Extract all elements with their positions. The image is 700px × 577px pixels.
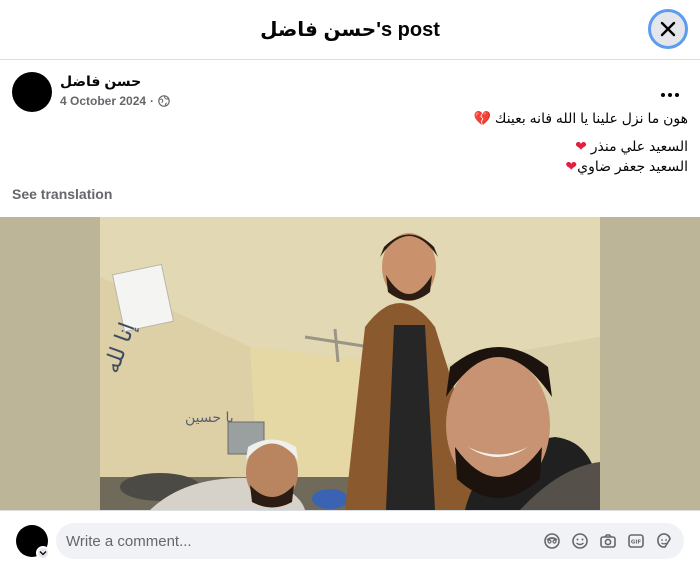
heart-icon: ❤ (575, 138, 587, 154)
post-line-1: هون ما نزل علينا يا الله فانه بعينك 💔 (473, 110, 688, 126)
wall-calligraphy-mid: يا حسين (185, 410, 234, 426)
post-line-3: السعيد جعفر ضاوي❤ (565, 158, 688, 174)
comment-bar: Write a comment... GIF (0, 510, 700, 577)
modal-title: حسن فاضل's post (260, 19, 440, 41)
close-button[interactable] (648, 9, 688, 49)
avatar-sticker-icon (544, 533, 560, 549)
modal-header: حسن فاضل's post (0, 0, 700, 60)
camera-icon (600, 534, 616, 548)
post-text: هون ما نزل علينا يا الله فانه بعينك 💔 ال… (28, 108, 688, 176)
avatar-dropdown[interactable] (36, 546, 50, 560)
gif-icon: GIF (628, 534, 644, 548)
emoji-icon (572, 533, 588, 549)
chevron-down-icon (39, 551, 47, 556)
avatar-sticker-button[interactable] (542, 531, 562, 551)
post-date[interactable]: 4 October 2024 (60, 94, 146, 108)
more-options-icon (661, 93, 679, 97)
heart-icon: ❤ (565, 158, 578, 174)
comment-tools: GIF (542, 531, 674, 551)
sticker-button[interactable] (654, 531, 674, 551)
svg-text:GIF: GIF (631, 540, 642, 546)
post-photo[interactable]: إنا لله يا حسين (100, 217, 600, 510)
post-line-2: السعيد علي منذر ❤ (575, 138, 688, 154)
close-icon (660, 21, 676, 37)
photo-area: إنا لله يا حسين (0, 217, 700, 510)
broken-heart-icon: 💔 (473, 110, 491, 126)
comment-placeholder: Write a comment... (66, 532, 192, 550)
author-avatar[interactable] (12, 72, 52, 112)
more-options-button[interactable] (660, 82, 680, 103)
camera-button[interactable] (598, 531, 618, 551)
comment-input[interactable]: Write a comment... GIF (56, 523, 684, 559)
globe-icon[interactable] (158, 95, 170, 107)
author-name[interactable]: حسن فاضل (60, 73, 141, 90)
sticker-icon (657, 533, 671, 548)
gif-button[interactable]: GIF (626, 531, 646, 551)
post-meta: 4 October 2024 · (60, 94, 170, 108)
see-translation-link[interactable]: See translation (12, 186, 112, 202)
meta-separator: · (150, 94, 155, 108)
emoji-button[interactable] (570, 531, 590, 551)
